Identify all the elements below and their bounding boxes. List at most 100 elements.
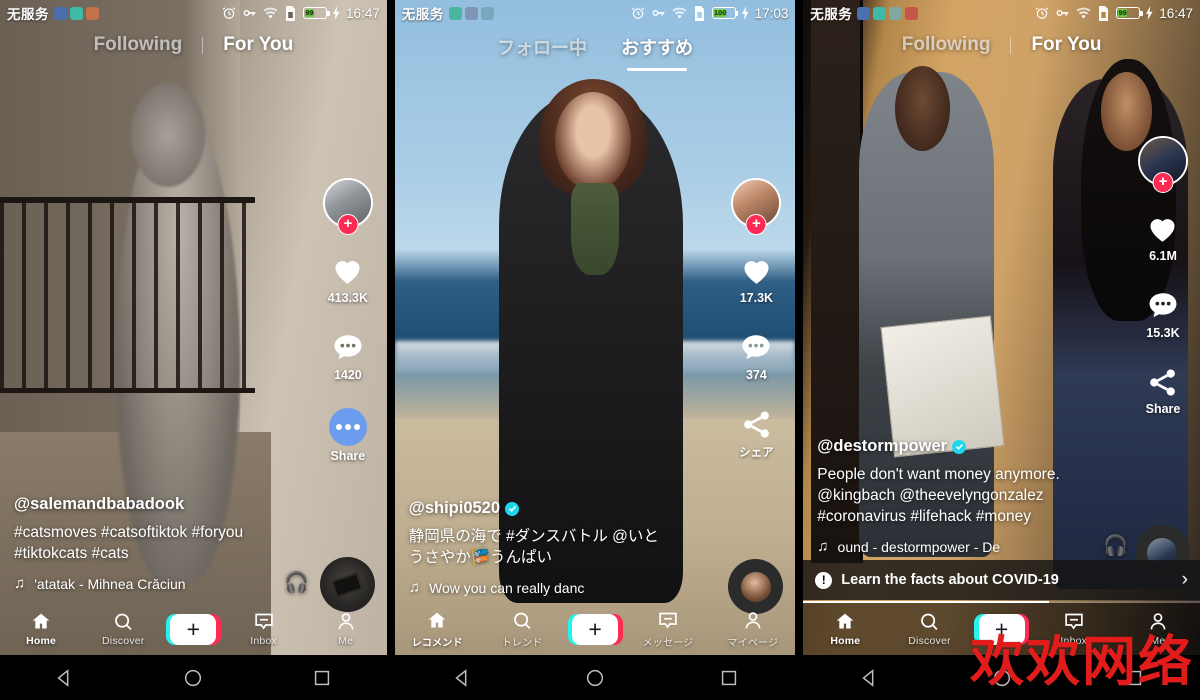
author-avatar[interactable]: + bbox=[1137, 136, 1188, 193]
tab-for-you[interactable]: For You bbox=[217, 32, 299, 58]
music-note-icon: ♫ bbox=[817, 538, 829, 555]
tab-divider bbox=[202, 37, 204, 54]
back-triangle-icon[interactable] bbox=[858, 667, 880, 689]
like-action[interactable]: 6.1M bbox=[1144, 212, 1181, 263]
app-badge-icon bbox=[480, 6, 494, 20]
wifi-icon bbox=[672, 7, 687, 18]
video-description: #catsmoves #catsoftiktok #foryou #tiktok… bbox=[14, 524, 244, 562]
nav-inbox[interactable]: Inbox bbox=[229, 611, 299, 647]
nav-inbox[interactable]: メッセージ bbox=[633, 610, 703, 649]
comment-bubble-icon bbox=[334, 335, 362, 360]
share-action[interactable]: Share bbox=[1145, 366, 1180, 416]
nav-create[interactable]: + bbox=[165, 613, 221, 645]
music-row[interactable]: ♫ Wow you can really danc bbox=[409, 579, 664, 596]
author-handle[interactable]: @salemandbabadook bbox=[14, 495, 269, 514]
nav-discover[interactable]: トレンド bbox=[487, 610, 557, 649]
carrier-label: 无服务 bbox=[7, 7, 49, 22]
phone-panel-3: 无服务 99 16:47 Following For You + 6.1M 15… bbox=[803, 0, 1200, 700]
like-action[interactable]: 17.3K bbox=[738, 254, 775, 305]
action-rail-2: + 17.3K 374 シェア bbox=[725, 178, 787, 460]
video-description: 静岡県の海で #ダンスバトル @いとうさやか🎏うんぱい bbox=[408, 528, 659, 566]
back-triangle-icon[interactable] bbox=[451, 667, 473, 689]
share-dots-icon[interactable] bbox=[328, 408, 367, 446]
app-badge-icon bbox=[857, 6, 871, 20]
comment-bubble-icon bbox=[1149, 293, 1177, 318]
bottom-nav-1: Home Discover + Inbox Me bbox=[0, 603, 387, 655]
search-icon bbox=[514, 612, 531, 629]
caption-block-1: @salemandbabadook #catsmoves #catsoftikt… bbox=[14, 495, 269, 592]
covid-banner[interactable]: ! Learn the facts about COVID-19 › bbox=[803, 560, 1200, 600]
alarm-icon bbox=[1035, 7, 1049, 19]
nav-discover[interactable]: Discover bbox=[88, 611, 158, 647]
nav-me[interactable]: Me bbox=[311, 611, 381, 647]
nav-home[interactable]: Home bbox=[810, 611, 880, 647]
nav-create[interactable]: + bbox=[567, 613, 623, 645]
nav-home[interactable]: レコメンド bbox=[402, 610, 472, 649]
nav-home[interactable]: Home bbox=[6, 611, 76, 647]
battery-icon: 100 bbox=[711, 7, 739, 19]
panel-gutter bbox=[386, 0, 395, 700]
like-count: 6.1M bbox=[1149, 249, 1177, 263]
share-action[interactable]: シェア bbox=[739, 408, 774, 460]
comment-action[interactable]: 15.3K bbox=[1145, 289, 1181, 340]
tab-divider bbox=[1010, 37, 1012, 54]
alarm-icon bbox=[631, 7, 644, 19]
site-watermark: 欢欢网络 bbox=[970, 630, 1194, 693]
verified-badge-icon bbox=[505, 501, 520, 516]
like-action[interactable]: 413.3K bbox=[328, 254, 368, 305]
tab-following[interactable]: Following bbox=[896, 32, 997, 58]
follow-plus-icon[interactable]: + bbox=[745, 214, 767, 235]
heart-icon bbox=[1150, 219, 1176, 242]
tab-for-you[interactable]: おすすめ bbox=[615, 32, 699, 71]
recents-square-icon[interactable] bbox=[718, 667, 740, 689]
home-circle-icon[interactable] bbox=[584, 667, 606, 689]
three-phone-screenshots: 无服务 99 16:47 Following For You + 413.3K … bbox=[0, 0, 1200, 700]
author-handle[interactable]: @shipi0520 bbox=[409, 499, 664, 518]
comment-bubble-icon bbox=[742, 335, 770, 360]
music-row[interactable]: ♫ ound - destormpower - De bbox=[817, 538, 1072, 555]
app-badge-icon bbox=[889, 6, 903, 20]
clock-label: 16:47 bbox=[1159, 5, 1193, 21]
wifi-icon bbox=[1076, 7, 1091, 18]
bottom-nav-2: レコメンド トレンド + メッセージ マイページ bbox=[395, 603, 796, 655]
comment-action[interactable]: 1420 bbox=[330, 331, 366, 382]
follow-plus-icon[interactable]: + bbox=[337, 214, 359, 235]
comment-action[interactable]: 374 bbox=[738, 331, 774, 382]
vpn-key-icon bbox=[243, 9, 256, 17]
video-description: People don't want money anymore. @kingba… bbox=[817, 466, 1060, 525]
share-nodes-icon bbox=[1150, 369, 1176, 396]
home-icon bbox=[428, 612, 446, 627]
tab-following[interactable]: フォロー中 bbox=[491, 32, 593, 62]
sim-card-icon bbox=[286, 5, 296, 21]
create-button[interactable]: + bbox=[567, 613, 623, 645]
music-note-icon: ♫ bbox=[408, 579, 420, 596]
verified-badge-icon bbox=[952, 439, 967, 454]
home-circle-icon[interactable] bbox=[182, 667, 204, 689]
nav-me[interactable]: マイページ bbox=[718, 610, 788, 649]
create-button[interactable]: + bbox=[165, 613, 221, 645]
author-avatar[interactable]: + bbox=[322, 178, 373, 235]
tab-following[interactable]: Following bbox=[88, 32, 189, 58]
android-system-bar-2 bbox=[394, 655, 796, 700]
recents-square-icon[interactable] bbox=[311, 667, 333, 689]
wifi-icon bbox=[263, 7, 278, 18]
heart-icon bbox=[744, 261, 769, 284]
status-app-icons bbox=[54, 6, 99, 20]
chevron-right-icon[interactable]: › bbox=[1182, 569, 1188, 591]
battery-icon: 99 bbox=[303, 7, 330, 19]
status-app-icons bbox=[857, 6, 919, 20]
nav-discover[interactable]: Discover bbox=[894, 611, 964, 647]
inbox-icon bbox=[659, 612, 677, 628]
tab-for-you[interactable]: For You bbox=[1025, 32, 1107, 58]
like-count: 17.3K bbox=[739, 291, 774, 305]
author-avatar[interactable]: + bbox=[731, 178, 782, 235]
back-triangle-icon[interactable] bbox=[53, 667, 75, 689]
author-handle[interactable]: @destormpower bbox=[817, 437, 1072, 456]
app-badge-icon bbox=[54, 6, 67, 20]
clock-label: 16:47 bbox=[346, 5, 380, 21]
share-action[interactable]: Share bbox=[328, 408, 367, 463]
follow-plus-icon[interactable]: + bbox=[1152, 172, 1174, 193]
music-row[interactable]: ♫ 'atatak - Mihnea Crăciun bbox=[14, 575, 269, 592]
alarm-icon bbox=[222, 7, 236, 19]
sim-card-icon bbox=[1099, 5, 1109, 21]
